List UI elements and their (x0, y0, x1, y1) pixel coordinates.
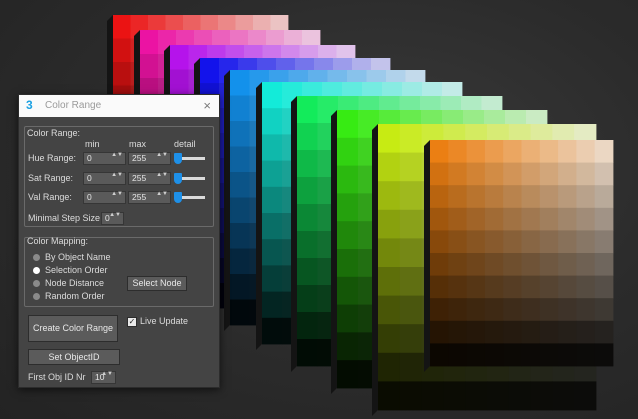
spinner-arrows-icon[interactable]: ▲▼ (111, 152, 123, 159)
val-min-spinner[interactable]: 0 ▲▼ (83, 191, 126, 204)
close-icon[interactable]: × (203, 98, 211, 113)
sat-max-spinner[interactable]: 255 ▲▼ (128, 172, 171, 185)
val-max-spinner[interactable]: 255 ▲▼ (128, 191, 171, 204)
option-node-distance[interactable]: Node Distance (45, 278, 104, 288)
color-range-group-label: Color Range: (27, 128, 81, 138)
min-step-label: Minimal Step Size (28, 213, 101, 223)
window-title: Color Range (45, 100, 102, 111)
hue-max-spinner[interactable]: 255 ▲▼ (128, 152, 171, 165)
first-obj-id-spinner[interactable]: 10 ▲▼ (91, 371, 116, 384)
sat-min-spinner[interactable]: 0 ▲▼ (83, 172, 126, 185)
sat-range-label: Sat Range: (28, 173, 74, 183)
radio-node-distance[interactable] (33, 280, 40, 287)
first-obj-id-label: First Obj ID Nr (28, 372, 86, 382)
radio-by-object-name[interactable] (33, 254, 40, 261)
radio-random-order[interactable] (33, 293, 40, 300)
color-mapping-group-label: Color Mapping: (27, 236, 89, 246)
live-update-label[interactable]: Live Update (140, 316, 188, 326)
val-range-label: Val Range: (28, 192, 72, 202)
radio-selection-order[interactable] (33, 267, 40, 274)
spinner-arrows-icon[interactable]: ▲▼ (109, 212, 121, 219)
app-icon: 3 (26, 98, 33, 112)
spinner-arrows-icon[interactable]: ▲▼ (156, 191, 168, 198)
spinner-arrows-icon[interactable]: ▲▼ (101, 371, 113, 378)
max-column-header: max (129, 139, 147, 149)
spinner-arrows-icon[interactable]: ▲▼ (156, 152, 168, 159)
sat-detail-thumb[interactable] (174, 173, 182, 184)
min-step-spinner[interactable]: 0 ▲▼ (101, 212, 124, 225)
detail-column-header: detail (174, 139, 196, 149)
option-selection-order[interactable]: Selection Order (45, 265, 108, 275)
color-grid-panel (424, 140, 614, 372)
color-range-dialog: 3 Color Range × Color Range: min max det… (18, 94, 220, 388)
title-bar[interactable]: 3 Color Range × (19, 95, 219, 117)
live-update-checkbox[interactable]: ✓ (127, 317, 137, 327)
spinner-arrows-icon[interactable]: ▲▼ (111, 191, 123, 198)
set-objectid-button[interactable]: Set ObjectID (28, 349, 120, 365)
hue-min-spinner[interactable]: 0 ▲▼ (83, 152, 126, 165)
spinner-arrows-icon[interactable]: ▲▼ (156, 172, 168, 179)
hue-detail-thumb[interactable] (174, 153, 182, 164)
val-detail-thumb[interactable] (174, 192, 182, 203)
create-color-range-button[interactable]: Create Color Range (28, 315, 118, 342)
min-column-header: min (85, 139, 100, 149)
option-by-object-name[interactable]: By Object Name (45, 252, 111, 262)
hue-range-label: Hue Range: (28, 153, 77, 163)
select-node-button[interactable]: Select Node (127, 276, 187, 291)
option-random-order[interactable]: Random Order (45, 291, 105, 301)
spinner-arrows-icon[interactable]: ▲▼ (111, 172, 123, 179)
